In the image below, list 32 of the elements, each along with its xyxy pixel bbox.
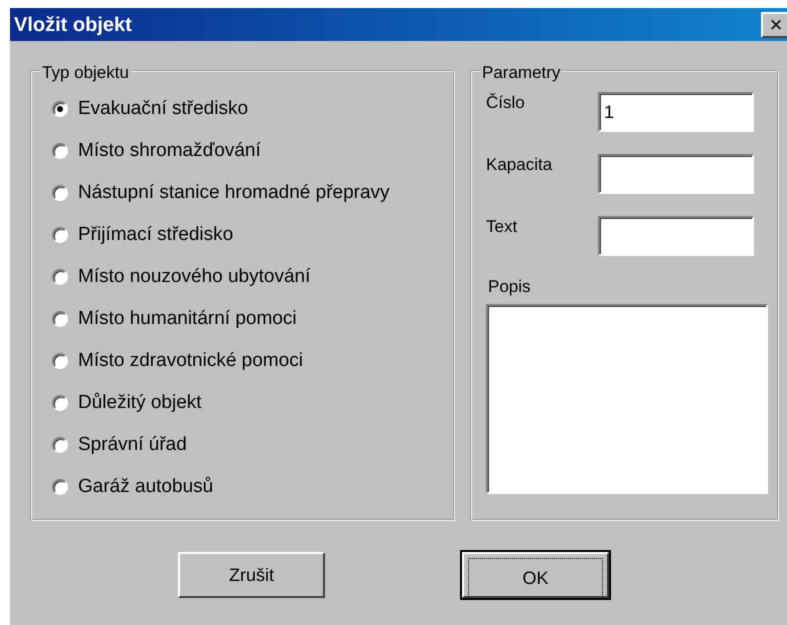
radio-label[interactable]: Přijímací středisko	[78, 220, 234, 250]
input-field[interactable]: 1	[598, 92, 754, 132]
radio-label[interactable]: Správní úřad	[78, 430, 187, 460]
radio-label[interactable]: Garáž autobusů	[78, 472, 214, 502]
radio-label[interactable]: Evakuační středisko	[78, 94, 248, 124]
window-title: Vložit objekt	[13, 12, 132, 38]
radio-button[interactable]	[52, 437, 68, 453]
radio-button[interactable]	[52, 311, 68, 327]
description-field[interactable]	[486, 304, 768, 494]
cancel-button[interactable]: Zrušit	[178, 552, 325, 598]
field-label: Popis	[488, 276, 532, 298]
input-field[interactable]	[598, 216, 754, 256]
radio-label[interactable]: Důležitý objekt	[78, 388, 202, 418]
radio-button[interactable]	[52, 227, 68, 243]
radio-button[interactable]	[52, 353, 68, 369]
radio-button[interactable]	[52, 479, 68, 495]
radio-button[interactable]	[52, 101, 68, 117]
radio-label[interactable]: Místo shromažďování	[78, 136, 261, 166]
radio-label[interactable]: Místo zdravotnické pomoci	[78, 346, 303, 376]
input-field[interactable]	[598, 154, 754, 194]
field-label: Kapacita	[486, 154, 554, 176]
ok-button[interactable]: OK	[462, 552, 609, 598]
radio-button[interactable]	[52, 395, 68, 411]
radio-label[interactable]: Místo humanitární pomoci	[78, 304, 297, 334]
radio-label[interactable]: Místo nouzového ubytování	[78, 262, 310, 292]
field-label: Text	[486, 216, 518, 238]
radio-button[interactable]	[52, 143, 68, 159]
close-button[interactable]: ×	[761, 12, 787, 38]
radio-label[interactable]: Nástupní stanice hromadné přepravy	[78, 178, 390, 208]
radio-button[interactable]	[52, 185, 68, 201]
radio-button[interactable]	[52, 269, 68, 285]
field-label: Číslo	[486, 92, 526, 114]
